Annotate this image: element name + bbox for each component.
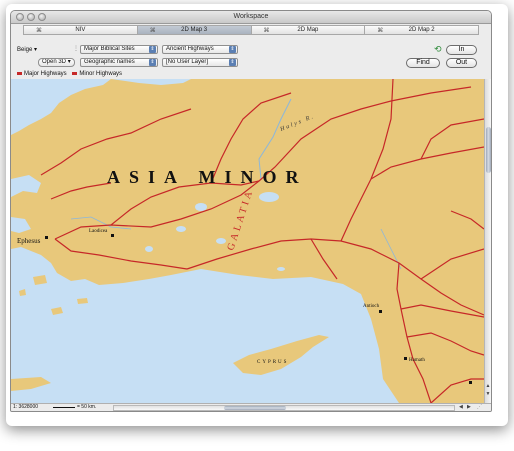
tab-niv[interactable]: ⌘ NIV — [23, 25, 137, 35]
user-layer-select[interactable]: [No User Layer] ⇕ — [162, 58, 238, 67]
legend-major: Major Highways — [24, 71, 67, 77]
lake — [176, 226, 186, 232]
scale-bar — [53, 407, 75, 408]
find-label: Find — [416, 59, 430, 66]
island-label-cyprus: CYPRUS — [257, 360, 288, 365]
lake — [195, 203, 207, 211]
updown-arrow-icon: ⇕ — [229, 59, 236, 66]
city-marker-antioch — [379, 310, 382, 313]
zoom-out-label: Out — [455, 59, 468, 66]
scroll-up-arrow-icon[interactable]: ▲ — [485, 383, 491, 389]
scale-bar-label: = 50 km. — [77, 404, 97, 410]
map-canvas[interactable]: ASIA MINOR GALATIA Halys R. Ephesus Laod… — [11, 79, 484, 403]
tab-icon: ⌘ — [149, 28, 156, 34]
city-label-hamath: Hamath — [409, 358, 425, 363]
updown-arrow-icon: ⇕ — [149, 46, 156, 53]
sync-icon[interactable]: ⟲ — [434, 44, 442, 55]
status-bar: 1: 3628000 = 50 km. ◀ ▶ ⋰ — [11, 403, 491, 411]
tab-label: 2D Map 2 — [408, 27, 435, 33]
separator-dots: ⋮ — [73, 46, 79, 52]
scroll-right-arrow-icon[interactable]: ▶ — [467, 404, 471, 411]
tab-2d-map-3[interactable]: ⌘ 2D Map 3 — [136, 25, 251, 35]
tab-2d-map[interactable]: ⌘ 2D Map — [250, 25, 365, 35]
city-marker-laodicea — [111, 234, 114, 237]
find-button[interactable]: Find — [406, 58, 440, 68]
city-marker-ephesus — [45, 236, 48, 239]
minor-highway-swatch — [72, 71, 78, 75]
chevron-down-icon: ▾ — [67, 59, 71, 65]
city-label-antioch: Antioch — [363, 304, 380, 309]
zoom-in-button[interactable]: In — [446, 45, 477, 55]
legend-minor: Minor Highways — [79, 71, 123, 77]
lake — [259, 192, 279, 202]
tab-icon: ⌘ — [36, 28, 42, 34]
land-asia-minor — [11, 79, 484, 403]
lake — [216, 238, 226, 244]
tab-icon: ⌘ — [377, 28, 384, 34]
vertical-scrollbar[interactable]: ▲ ▼ — [484, 79, 491, 403]
sites-select[interactable]: Major Biblical Sites ⇕ — [80, 45, 158, 54]
zoom-out-button[interactable]: Out — [446, 58, 477, 68]
region-title: ASIA MINOR — [107, 167, 308, 187]
highways-select-value: Ancient Highways — [166, 46, 214, 52]
names-select[interactable]: Geographic names ⇕ — [80, 58, 158, 67]
horizontal-scroll-thumb[interactable] — [224, 406, 286, 410]
open-3d-label: Open 3D — [42, 59, 67, 65]
user-layer-select-value: [No User Layer] — [166, 59, 209, 65]
city-label-ephesus: Ephesus — [17, 237, 41, 245]
tab-label: 2D Map 3 — [181, 27, 208, 33]
major-highway-swatch — [17, 71, 22, 75]
zoom-in-label: In — [458, 46, 465, 53]
map-scale: 1: 3628000 — [13, 404, 39, 410]
lake — [145, 246, 153, 252]
city-label-laodicea: Laodicea — [89, 229, 108, 234]
names-select-value: Geographic names — [84, 59, 135, 65]
island-crete — [11, 377, 51, 391]
highway-legend: Major Highways Minor Highways — [17, 70, 122, 78]
open-3d-button[interactable]: Open 3D ▾ — [38, 58, 75, 67]
color-scheme-label: Beige — [17, 47, 33, 53]
city-marker-hamath — [404, 357, 407, 360]
chevron-down-icon: ▾ — [34, 47, 38, 53]
map-svg: ASIA MINOR GALATIA Halys R. Ephesus Laod… — [11, 79, 484, 403]
island-cyprus — [233, 335, 329, 375]
workspace-window: Workspace ⌘ NIV ⌘ 2D Map 3 ⌘ 2D Map ⌘ 2D Map… — [10, 10, 492, 412]
city-marker-east — [469, 381, 472, 384]
resize-grip-icon[interactable]: ⋰ — [477, 404, 482, 411]
color-scheme-popup[interactable]: Beige ▾ — [17, 46, 37, 53]
tab-label: NIV — [75, 27, 86, 33]
title-bar[interactable]: Workspace — [11, 11, 491, 24]
island-b — [33, 275, 47, 285]
island-c — [19, 289, 26, 296]
horizontal-scrollbar[interactable] — [113, 405, 455, 411]
tab-label: 2D Map — [297, 27, 319, 33]
updown-arrow-icon: ⇕ — [149, 59, 156, 66]
updown-arrow-icon: ⇕ — [229, 46, 236, 53]
vertical-scroll-thumb[interactable] — [486, 127, 491, 173]
sites-select-value: Major Biblical Sites — [84, 46, 135, 52]
lake — [277, 267, 285, 271]
tab-icon: ⌘ — [263, 28, 270, 34]
island-e — [77, 298, 88, 304]
tab-bar: ⌘ NIV ⌘ 2D Map 3 ⌘ 2D Map ⌘ 2D Map 2 — [23, 25, 479, 35]
scroll-down-arrow-icon[interactable]: ▼ — [485, 391, 491, 397]
island-d — [51, 307, 63, 315]
tab-2d-map-2[interactable]: ⌘ 2D Map 2 — [364, 25, 479, 35]
window-title: Workspace — [233, 13, 269, 20]
scroll-left-arrow-icon[interactable]: ◀ — [459, 404, 463, 411]
highways-select[interactable]: Ancient Highways ⇕ — [162, 45, 238, 54]
